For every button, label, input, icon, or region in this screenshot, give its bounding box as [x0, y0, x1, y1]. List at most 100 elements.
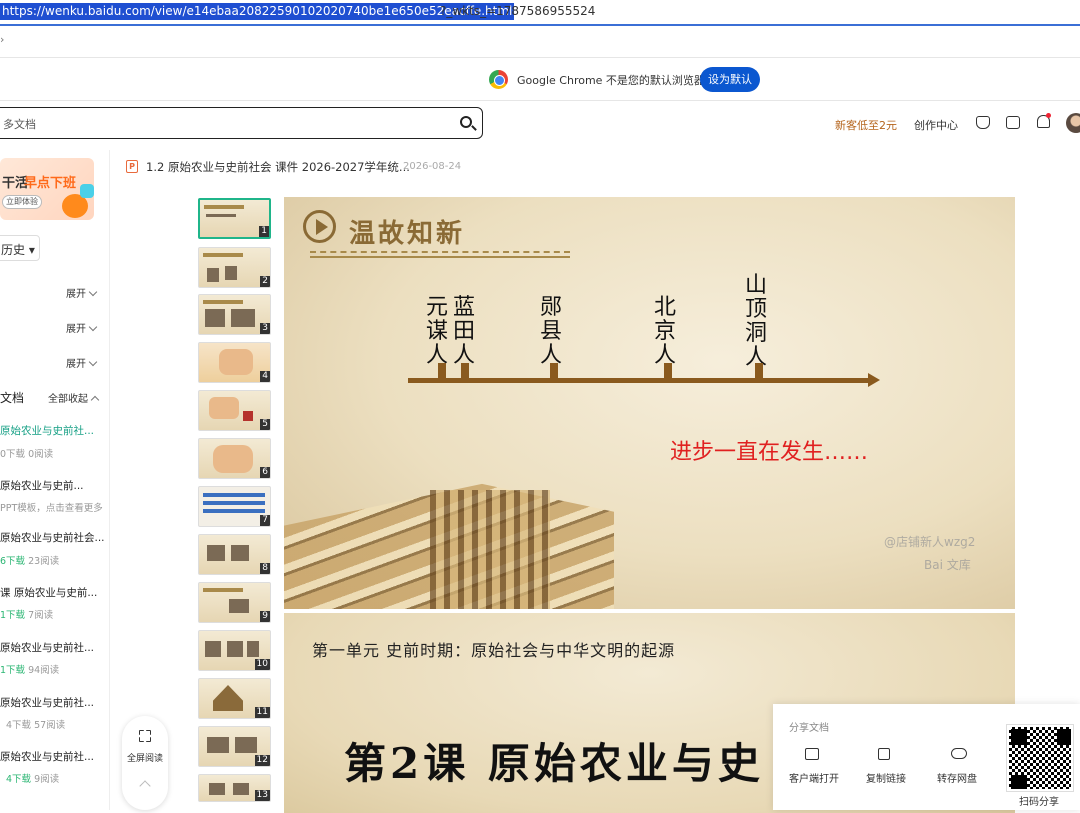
banner-text-2: 早点下班	[24, 176, 77, 191]
url-selected-text[interactable]: https://wenku.baidu.com/view/e14ebaa2082…	[0, 3, 515, 20]
doc-meta: 6下载 23阅读	[0, 553, 59, 567]
download-icon[interactable]	[976, 116, 990, 129]
caret-icon: ›	[0, 33, 5, 46]
list-item[interactable]: 原始农业与史前...	[0, 478, 108, 493]
doc-meta-downloads: 1下载	[0, 665, 26, 676]
expand-label[interactable]: 展开	[66, 324, 86, 335]
chrome-logo-icon	[489, 70, 508, 89]
copy-link-icon[interactable]	[878, 748, 890, 760]
save-to-drive-button[interactable]: 转存网盘	[937, 770, 977, 785]
doc-meta-text: 94阅读	[25, 665, 60, 676]
doc-meta-downloads: 6下载	[0, 556, 26, 567]
doc-meta-text: 4下载 57阅读	[6, 720, 66, 731]
slide-thumbnail[interactable]: 2	[198, 247, 271, 288]
doc-meta-text: 23阅读	[25, 556, 60, 567]
slide-thumbnail[interactable]: 1	[198, 198, 271, 239]
share-panel-title: 分享文档	[789, 723, 829, 734]
notification-dot	[1046, 113, 1051, 118]
desktop-client-icon[interactable]	[805, 748, 819, 760]
default-browser-notice: Google Chrome 不是您的默认浏览器 设为默认	[0, 57, 1080, 101]
slide-thumbnail[interactable]: 12	[198, 726, 271, 767]
slide-thumbnail[interactable]: 4	[198, 342, 271, 383]
expand-toggle[interactable]: 展开	[66, 355, 98, 370]
expand-label[interactable]: 展开	[66, 289, 86, 300]
timeline-label: 北京人	[653, 295, 676, 368]
slide-thumbnail[interactable]: 13	[198, 774, 271, 802]
cloud-drive-icon[interactable]	[951, 748, 967, 759]
list-item[interactable]: 原始农业与史前社会...	[0, 530, 108, 545]
collapse-all-toggle[interactable]: 全部收起	[48, 390, 100, 405]
promo-link[interactable]: 新客低至2元	[835, 117, 897, 133]
chevron-down-icon	[88, 322, 98, 332]
list-item[interactable]: 原始农业与史前社...	[0, 749, 108, 764]
list-item[interactable]: 原始农业与史前社...	[0, 695, 108, 710]
search-box[interactable]: 多文档	[0, 107, 483, 139]
fullscreen-label[interactable]: 全屏阅读	[127, 751, 163, 764]
doc-meta: 4下载 9阅读	[6, 771, 59, 785]
arrow-right-icon	[868, 373, 880, 387]
set-default-button[interactable]: 设为默认	[700, 67, 760, 92]
doc-meta-downloads: 1下载	[0, 610, 26, 621]
slide-thumbnail[interactable]: 7	[198, 486, 271, 527]
subject-dropdown[interactable]: 历史 ▾	[0, 235, 40, 261]
url-rest-text[interactable]: ?_wkts_=1787586955524	[440, 3, 595, 20]
slide-thumbnail[interactable]: 5	[198, 390, 271, 431]
doc-meta: 0下载 0阅读	[0, 446, 53, 460]
search-icon[interactable]	[460, 116, 472, 128]
qr-code-icon[interactable]	[1006, 724, 1074, 792]
thumbnail-number: 7	[260, 515, 270, 526]
document-date: 2026-08-24	[403, 161, 462, 172]
thumbnail-number: 6	[260, 467, 270, 478]
scan-to-share-label: 扫码分享	[1019, 797, 1059, 808]
timeline-label: 山顶洞人	[744, 273, 767, 370]
doc-meta: 4下载 57阅读	[6, 717, 65, 731]
slide-thumbnail[interactable]: 3	[198, 294, 271, 335]
thumbnail-number: 5	[260, 419, 270, 430]
timeline-tick	[461, 363, 469, 379]
device-icon[interactable]	[1006, 116, 1020, 129]
doc-meta-text: 7阅读	[25, 610, 54, 621]
lesson-title: 第2课 原始农业与史	[344, 739, 764, 788]
title-divider	[310, 251, 570, 254]
thumbnail-number: 9	[260, 611, 270, 622]
slide-thumbnail[interactable]: 8	[198, 534, 271, 575]
thumbnail-number: 12	[254, 755, 270, 766]
timeline-tick	[550, 363, 558, 379]
slide-thumbnail[interactable]: 6	[198, 438, 271, 479]
expand-toggle[interactable]: 展开	[66, 285, 98, 300]
open-in-client-button[interactable]: 客户端打开	[789, 770, 839, 785]
expand-toggle[interactable]: 展开	[66, 320, 98, 335]
promo-banner[interactable]: 干活 早点下班 立即体验	[0, 158, 94, 220]
doc-meta-text: PPT模板，点击查看更多	[0, 503, 103, 514]
thumbnail-number: 11	[254, 707, 270, 718]
address-bar[interactable]: https://wenku.baidu.com/view/e14ebaa2082…	[0, 0, 1080, 26]
doc-meta-text: 9阅读	[31, 774, 60, 785]
chevron-up-icon	[90, 395, 100, 405]
avatar[interactable]	[1066, 113, 1080, 133]
thumbnail-number: 8	[260, 563, 270, 574]
creator-center-link[interactable]: 创作中心	[914, 117, 958, 133]
banner-try-button[interactable]: 立即体验	[2, 195, 42, 209]
list-item[interactable]: 原始农业与史前社...	[0, 423, 108, 438]
progress-caption: 进步一直在发生……	[670, 440, 869, 465]
baidu-wenku-watermark: Bai 文库	[924, 558, 971, 572]
expand-label[interactable]: 展开	[66, 359, 86, 370]
chevron-down-icon	[88, 357, 98, 367]
title-divider	[310, 256, 570, 258]
subject-label[interactable]: 历史 ▾	[1, 241, 35, 258]
search-placeholder[interactable]: 多文档	[3, 116, 36, 132]
slide-thumbnail[interactable]: 9	[198, 582, 271, 623]
list-item[interactable]: 课 原始农业与史前...	[0, 585, 108, 600]
slide-thumbnail[interactable]: 11	[198, 678, 271, 719]
thumbnail-number: 3	[260, 323, 270, 334]
collapse-label[interactable]: 全部收起	[48, 394, 88, 405]
mascot-companion-icon	[80, 184, 94, 198]
timeline-tick	[438, 363, 446, 379]
copy-link-button[interactable]: 复制链接	[866, 770, 906, 785]
list-item[interactable]: 原始农业与史前社...	[0, 640, 108, 655]
timeline-label: 蓝田人	[452, 295, 475, 368]
timeline-tick	[664, 363, 672, 379]
slide-thumbnail[interactable]: 10	[198, 630, 271, 671]
notice-text: Google Chrome 不是您的默认浏览器	[517, 74, 705, 87]
bamboo-scroll-image	[430, 490, 550, 609]
